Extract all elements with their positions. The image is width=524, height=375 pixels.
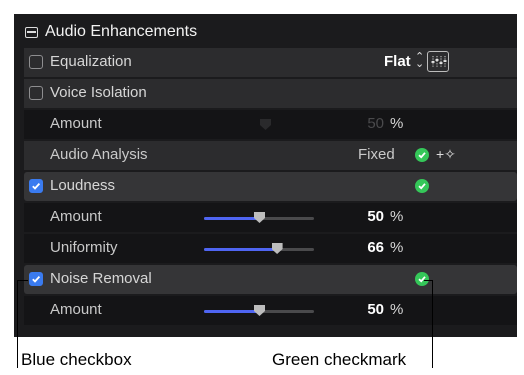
magic-wand-icon[interactable]: +✧ [436, 146, 456, 163]
uniformity-unit: % [390, 239, 404, 256]
voice-isolation-row: Voice Isolation [24, 79, 517, 108]
loudness-amount-unit: % [390, 208, 404, 225]
loudness-amount-row: Amount 50 % [24, 203, 517, 232]
equalization-label: Equalization [50, 53, 132, 70]
section-header[interactable]: Audio Enhancements [14, 18, 517, 48]
loudness-amount-value[interactable]: 50 [324, 208, 384, 225]
equalization-preset-popup[interactable]: Flat [384, 53, 411, 70]
noise-removal-amount-row: Amount 50 % [24, 296, 517, 325]
loudness-row: Loudness [24, 172, 517, 201]
loudness-amount-slider[interactable] [204, 212, 314, 223]
noise-removal-checkbox[interactable] [29, 272, 43, 286]
audio-analysis-status: Fixed [358, 146, 395, 163]
equalization-row: Equalization Flat ⌃ ⌄ [24, 48, 517, 77]
uniformity-row: Uniformity 66 % [24, 234, 517, 263]
voice-isolation-checkbox[interactable] [29, 86, 43, 100]
slider-fill [204, 310, 259, 313]
audio-analysis-label: Audio Analysis [50, 146, 148, 163]
voice-isolation-amount-value[interactable]: 50 [324, 115, 384, 132]
callout-line-checkmark-vertical [432, 280, 433, 368]
equalizer-icon [431, 56, 447, 67]
callout-line-checkbox-horizontal [17, 280, 28, 281]
equalization-checkbox[interactable] [29, 55, 43, 69]
loudness-checkmark-icon [415, 179, 429, 193]
noise-removal-amount-value[interactable]: 50 [324, 301, 384, 318]
analysis-checkmark-icon [415, 148, 429, 162]
popup-arrows-icon: ⌃ ⌄ [415, 51, 425, 70]
callout-line-checkbox-vertical [17, 280, 18, 368]
callout-blue-checkbox: Blue checkbox [21, 350, 132, 369]
voice-isolation-amount-label: Amount [50, 115, 102, 132]
slider-fill [204, 217, 259, 220]
uniformity-label: Uniformity [50, 239, 118, 256]
slider-thumb[interactable] [254, 305, 265, 316]
voice-isolation-amount-row: Amount 50 % [24, 110, 517, 139]
noise-removal-amount-slider[interactable] [204, 305, 314, 316]
loudness-checkbox[interactable] [29, 179, 43, 193]
equalizer-button[interactable] [427, 51, 449, 72]
voice-isolation-label: Voice Isolation [50, 84, 147, 101]
callout-green-checkmark: Green checkmark [272, 350, 407, 369]
noise-removal-amount-unit: % [390, 301, 404, 318]
voice-isolation-amount-unit: % [390, 115, 404, 132]
audio-analysis-row: Audio Analysis Fixed +✧ [24, 141, 517, 170]
audio-enhancements-panel: Audio Enhancements Equalization Flat ⌃⌄ [14, 14, 517, 337]
slider-fill [204, 248, 277, 251]
noise-removal-amount-label: Amount [50, 301, 102, 318]
noise-removal-label: Noise Removal [50, 270, 152, 287]
loudness-label: Loudness [50, 177, 116, 194]
slider-thumb[interactable] [254, 212, 265, 223]
inspector-section-icon [25, 27, 38, 38]
voice-isolation-amount-slider[interactable] [260, 119, 271, 130]
uniformity-slider[interactable] [204, 243, 314, 254]
section-title: Audio Enhancements [45, 23, 198, 40]
loudness-amount-label: Amount [50, 208, 102, 225]
slider-thumb[interactable] [271, 243, 283, 254]
uniformity-value[interactable]: 66 [324, 239, 384, 256]
noise-removal-checkmark-icon [415, 272, 429, 286]
noise-removal-row: Noise Removal [24, 265, 517, 294]
